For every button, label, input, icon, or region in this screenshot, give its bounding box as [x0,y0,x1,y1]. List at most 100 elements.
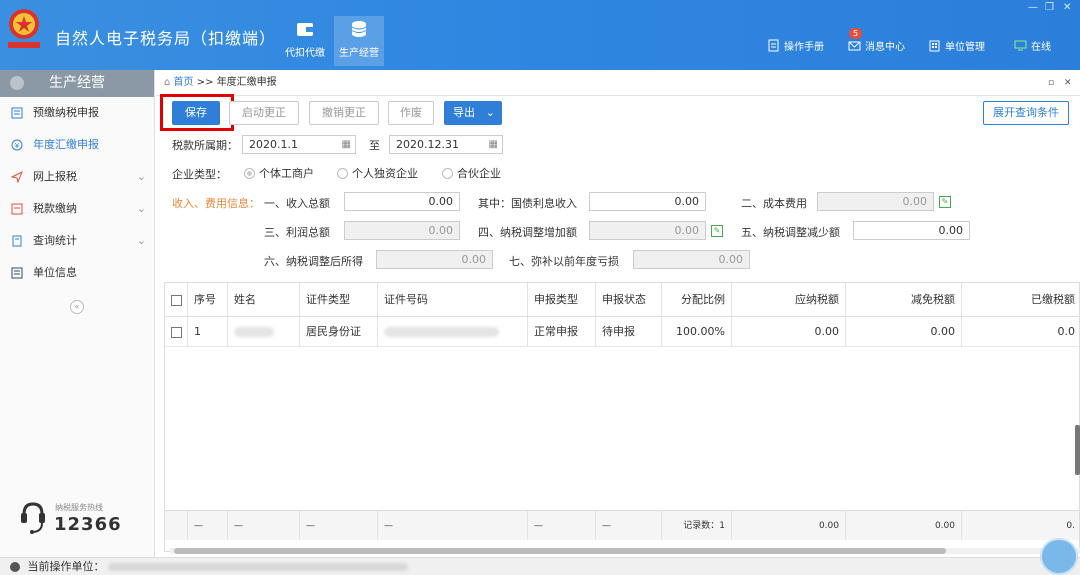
svg-text:¥: ¥ [15,142,20,150]
sidebar-item-unit-info[interactable]: 单位信息 [0,257,154,289]
total-income-label: 一、收入总额 [264,197,330,210]
footer-tax-reduction: 0.00 [846,511,962,540]
radio-sole-proprietorship[interactable]: 个人独资企业 [337,165,418,181]
export-button[interactable]: 导出 ⌄ [444,101,502,125]
adj-increase-label: 四、纳税调整增加额 [478,226,577,239]
period-label: 税款所属期： [172,139,238,152]
restore-tab-icon[interactable]: ▫ [1048,70,1054,96]
sidebar-item-query-stats[interactable]: 查询统计 ⌄ [0,225,154,257]
period-from-field[interactable]: 2020.1.1 [242,135,356,154]
enterprise-type-label: 企业类型： [172,168,227,181]
globe-icon [10,76,24,90]
save-button[interactable]: 保存 [172,101,220,125]
row-id-type: 居民身份证 [300,317,378,346]
income-section-label: 收入、费用信息： [172,197,260,210]
report-icon [12,235,22,247]
record-count: 记录数：1 [662,511,732,540]
row-declare-status: 待申报 [596,317,662,346]
horizontal-scrollbar[interactable] [170,548,1080,554]
yuan-icon: ¥ [11,139,23,151]
footer-dash: — [528,511,596,540]
headset-icon [21,502,45,534]
assistant-avatar-icon[interactable] [1040,538,1078,575]
col-header: 已缴税额 [1031,293,1075,306]
cost-field: 0.00 [817,192,934,211]
tab-withholding[interactable]: 代扣代缴 [280,16,330,66]
close-tab-icon[interactable]: ✕ [1064,70,1072,96]
sidebar-item-tax-payment[interactable]: 税款缴纳 ⌄ [0,193,154,225]
tab-business-operation[interactable]: 生产经营 [334,16,384,66]
close-icon[interactable]: ✕ [1063,2,1071,13]
sidebar-item-online-filing[interactable]: 网上报税 ⌄ [0,161,154,193]
hotline-block: 纳税服务热线 12366 [18,500,121,541]
app-title: 自然人电子税务局（扣缴端） [55,29,277,48]
row-checkbox[interactable] [171,326,182,338]
table-footer-row: — — — — — — 记录数：1 0.00 0.00 0. [165,510,1079,540]
total-income-field[interactable]: 0.00 [344,192,460,211]
start-correction-button[interactable]: 启动更正 [229,101,299,125]
sidebar: 生产经营 预缴纳税申报 ¥ 年度汇缴申报 网上报税 ⌄ 税款缴纳 ⌄ 查询统计 … [0,70,155,557]
col-header: 申报状态 [596,283,662,316]
status-bar: 当前操作单位： [0,557,1080,575]
row-name-redacted [228,317,300,346]
adj-decrease-field[interactable]: 0.00 [853,221,970,240]
select-all-checkbox[interactable] [171,294,182,306]
col-header: 应纳税额 [732,283,846,316]
unit-management-link[interactable]: 单位管理 [928,38,985,53]
sidebar-item-prepaid-declaration[interactable]: 预缴纳税申报 [0,97,154,129]
clipboard-icon [11,107,23,119]
footer-dash: — [596,511,662,540]
top-bar: 自然人电子税务局（扣缴端） 代扣代缴 生产经营 操作手册 消息中心 5 单位管理… [0,0,1080,70]
row-declare-type: 正常申报 [528,317,596,346]
minimize-icon[interactable]: — [1028,2,1038,13]
message-center-link[interactable]: 消息中心 [848,38,905,53]
treasury-interest-field[interactable]: 0.00 [589,192,706,211]
expand-query-button[interactable]: 展开查询条件 [983,101,1069,125]
adjusted-income-label: 六、纳税调整后所得 [264,255,363,268]
radio-individual-business[interactable]: 个体工商户 [244,165,314,181]
adj-increase-field: 0.00 [589,221,706,240]
footer-dash: — [300,511,378,540]
breadcrumb-home[interactable]: 首页 [174,77,194,88]
table-row[interactable]: 1 居民身份证 正常申报 待申报 100.00% 0.00 0.00 0.0 [165,317,1079,347]
scrollbar-thumb[interactable] [174,548,946,554]
row-tax-payable: 0.00 [732,317,846,346]
footer-tax-paid: 0. [1066,521,1075,531]
col-header: 分配比例 [662,283,732,316]
edit-adj-increase-icon[interactable]: ✎ [711,225,723,237]
monitor-icon [1014,40,1027,51]
radio-partnership[interactable]: 合伙企业 [442,165,501,181]
user-icon [10,562,20,572]
list-icon [11,267,23,279]
home-icon: ⌂ [164,77,171,88]
void-button[interactable]: 作废 [388,101,434,125]
row-id-number-redacted [378,317,528,346]
sidebar-header: 生产经营 [0,70,154,97]
period-to-field[interactable]: 2020.12.31 [389,135,503,154]
cancel-correction-button[interactable]: 撤销更正 [309,101,379,125]
row-index: 1 [188,317,228,346]
row-tax-paid: 0.0 [1057,325,1076,338]
sidebar-collapse-icon[interactable]: « [70,300,84,314]
main-content: ⌂ 首页 >> 年度汇缴申报 ▫ ✕ 保存 启动更正 撤销更正 作废 导出 ⌄ … [156,70,1080,557]
col-header: 证件类型 [300,283,378,316]
table-header-row: 序号 姓名 证件类型 证件号码 申报类型 申报状态 分配比例 应纳税额 减免税额… [165,283,1079,317]
row-tax-reduction: 0.00 [846,317,962,346]
online-status-link[interactable]: 在线 [1014,38,1051,53]
edit-cost-icon[interactable]: ✎ [939,196,951,208]
sidebar-item-annual-declaration[interactable]: ¥ 年度汇缴申报 [0,129,154,161]
col-header: 申报类型 [528,283,596,316]
col-header: 证件号码 [378,283,528,316]
document-icon [768,39,779,52]
row-ratio: 100.00% [662,317,732,346]
vertical-scrollbar[interactable] [1075,425,1080,475]
restore-icon[interactable]: ❐ [1045,2,1054,13]
chevron-down-icon: ⌄ [136,234,146,247]
current-unit-redacted [108,563,408,571]
toolbar: 保存 启动更正 撤销更正 作废 导出 ⌄ 展开查询条件 [156,94,1080,131]
manual-link[interactable]: 操作手册 [767,38,824,53]
coins-icon [351,21,367,37]
footer-tax-payable: 0.00 [732,511,846,540]
adj-decrease-label: 五、纳税调整减少额 [741,226,840,239]
prior-loss-field: 0.00 [633,250,750,269]
